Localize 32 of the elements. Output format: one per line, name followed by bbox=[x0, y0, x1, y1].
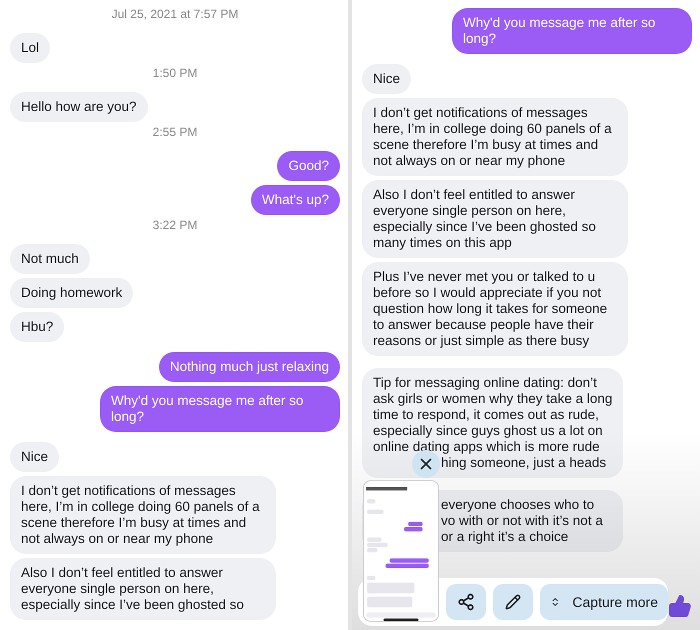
timestamp: 1:50 PM bbox=[152, 66, 198, 80]
capture-more-button[interactable]: Capture more bbox=[540, 584, 668, 620]
message-bubble: Why'd you message me after so long? bbox=[100, 386, 340, 432]
message-text: everyone chooses who to bbox=[441, 497, 594, 513]
message-bubble: Doing homework bbox=[10, 278, 134, 308]
message-bubble: Lol bbox=[10, 33, 50, 63]
message-bubble: Also I don’t feel entitled to answer everyone single person on here, especially since I’ve been ghosted so bbox=[10, 558, 276, 620]
screenshot-preview-drawing[interactable] bbox=[363, 480, 439, 622]
message-bubble: Good? bbox=[277, 151, 340, 181]
message-text: vo with or not with it’s not a bbox=[441, 513, 603, 529]
timestamp: 3:22 PM bbox=[152, 218, 198, 232]
message-bubble: Nothing much just relaxing bbox=[158, 352, 340, 382]
message-bubble: Nice bbox=[10, 442, 60, 472]
message-bubble: I don’t get notifications of messages here, I’m in college doing 60 panels of a scene therefore I’m busy at times and not always on or near my phone bbox=[362, 98, 628, 176]
thumbs-up-icon bbox=[668, 594, 692, 618]
message-bubble: Why'd you message me after so long? bbox=[452, 8, 692, 54]
message-bubble: Not much bbox=[10, 244, 90, 274]
message-bubble: What's up? bbox=[250, 185, 340, 215]
message-text: hing someone, just a heads bbox=[441, 455, 606, 471]
edit-button[interactable] bbox=[493, 584, 533, 620]
message-bubble: I don’t get notifications of messages here, I’m in college doing 60 panels of a scene therefore I’m busy at times and not always on or near my phone bbox=[10, 476, 276, 554]
timestamp: 2:55 PM bbox=[152, 125, 198, 139]
message-bubble: Hello how are you? bbox=[10, 92, 148, 122]
message-bubble: Hbu? bbox=[10, 312, 64, 342]
message-bubble: Nice bbox=[362, 64, 412, 94]
timestamp: Jul 25, 2021 at 7:57 PM bbox=[112, 7, 238, 21]
message-text: or a right it’s a choice bbox=[441, 529, 568, 545]
message-bubble: Also I don’t feel entitled to answer everyone single person on here, especially since I’ve been ghosted so many times on this app bbox=[362, 180, 628, 258]
share-button[interactable] bbox=[446, 584, 486, 620]
pencil-icon bbox=[505, 594, 521, 610]
share-icon bbox=[457, 593, 475, 611]
message-bubble: Plus I’ve never met you or talked to u before so I would appreciate if you not question how long it takes for someone to answer because people have their reasons or just simple as there busy bbox=[362, 262, 628, 356]
